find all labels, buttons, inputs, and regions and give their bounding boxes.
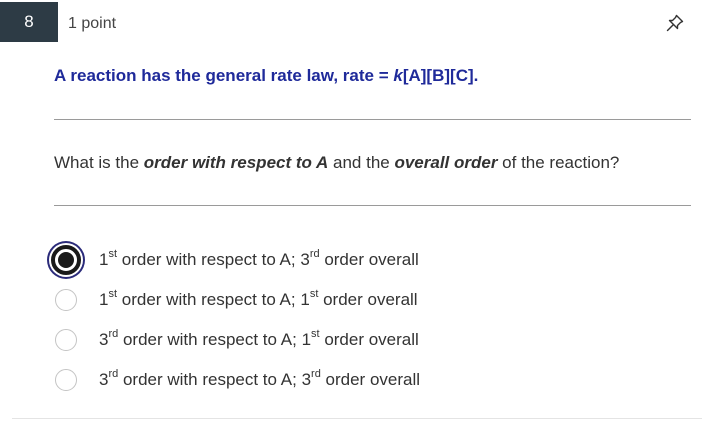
option-num-b: 3 — [300, 250, 310, 269]
option-num-b: 1 — [301, 330, 312, 349]
radio-button-selected[interactable] — [51, 245, 81, 275]
question-text-post: of the reaction? — [497, 153, 620, 172]
answer-option-label: 3rd order with respect to A; 1st order o… — [99, 328, 419, 350]
question-text-pre: What is the — [54, 153, 144, 172]
answer-option-2[interactable]: 1st order with respect to A; 1st order o… — [50, 285, 418, 315]
answer-option-label: 3rd order with respect to A; 3rd order o… — [99, 368, 421, 390]
radio-button[interactable] — [55, 329, 77, 351]
option-sup-b: st — [311, 328, 320, 340]
radio-button[interactable] — [55, 369, 77, 391]
question-number: 8 — [0, 2, 58, 42]
card-bottom-border — [12, 418, 702, 419]
question-text: What is the order with respect to A and … — [54, 153, 619, 173]
answer-option-label: 1st order with respect to A; 3rd order o… — [99, 248, 419, 270]
prompt-text-post: [A][B][C]. — [402, 66, 479, 85]
option-end: order overall — [318, 290, 418, 309]
radio-button[interactable] — [55, 289, 77, 311]
option-end: order overall — [319, 330, 419, 349]
option-sup-a: st — [108, 248, 118, 260]
option-mid: order with respect to A; — [118, 370, 302, 389]
option-num-b: 3 — [301, 370, 312, 389]
pin-icon[interactable] — [664, 12, 686, 34]
option-sup-a: rd — [108, 328, 119, 340]
option-sup-b: rd — [309, 248, 320, 260]
question-points: 1 point — [68, 15, 117, 32]
option-num-b: 1 — [300, 290, 310, 309]
option-mid: order with respect to A; — [117, 290, 301, 309]
option-mid: order with respect to A; — [117, 250, 301, 269]
option-sup-a: st — [108, 288, 118, 300]
question-emphasis-2: overall order — [394, 153, 498, 172]
prompt-text-pre: A reaction has the general rate law, rat… — [54, 66, 394, 85]
question-emphasis-1: order with respect to A — [143, 153, 329, 172]
answer-option-3[interactable]: 3rd order with respect to A; 1st order o… — [50, 325, 419, 355]
option-sup-b: rd — [311, 368, 321, 380]
answer-option-label: 1st order with respect to A; 1st order o… — [99, 288, 418, 310]
pin-icon-graphic — [666, 14, 684, 32]
divider-top — [54, 119, 691, 120]
option-sup-a: rd — [108, 368, 119, 380]
answer-option-1[interactable]: 1st order with respect to A; 3rd order o… — [50, 245, 419, 275]
question-prompt: A reaction has the general rate law, rat… — [54, 66, 478, 86]
question-text-mid: and the — [328, 153, 395, 172]
option-end: order overall — [319, 250, 419, 269]
prompt-rate-constant: k — [393, 66, 403, 85]
answer-option-4[interactable]: 3rd order with respect to A; 3rd order o… — [50, 365, 420, 395]
divider-bottom — [54, 205, 691, 206]
option-end: order overall — [320, 370, 421, 389]
option-mid: order with respect to A; — [118, 330, 302, 349]
